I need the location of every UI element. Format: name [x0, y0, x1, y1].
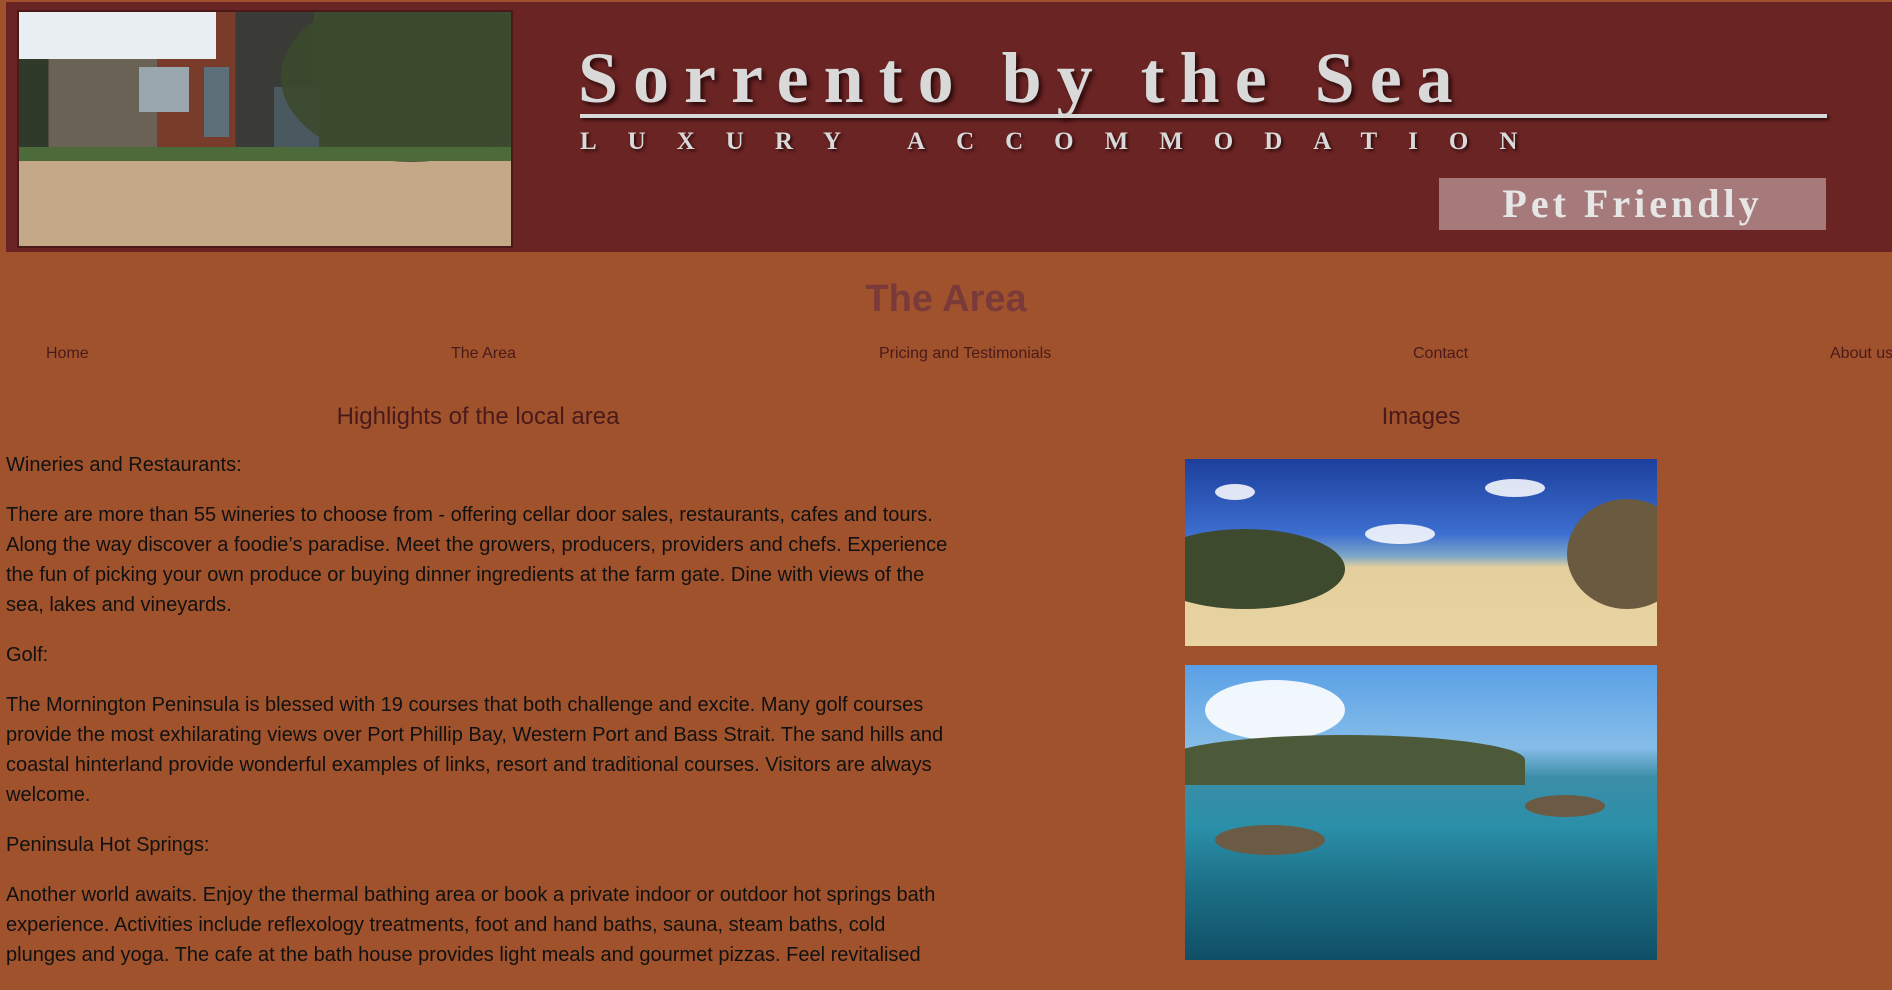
photo-hedge	[19, 147, 511, 161]
images-heading: Images	[1381, 403, 1461, 430]
highlights-content: Wineries and Restaurants: There are more…	[6, 450, 956, 990]
section-heading: Golf:	[6, 644, 49, 666]
house-photo	[17, 10, 513, 248]
site-subtitle: LUXURY ACCOMMODATION	[580, 128, 1549, 155]
coastline	[1185, 735, 1525, 785]
page-title: The Area	[865, 278, 1027, 320]
photo-sky	[19, 12, 216, 59]
photo-window	[204, 67, 229, 137]
nav-the-area[interactable]: The Area	[451, 345, 516, 363]
nav-home[interactable]: Home	[46, 345, 89, 363]
headland	[1185, 529, 1345, 609]
rock	[1525, 795, 1605, 817]
beach-panorama-image	[1185, 459, 1657, 646]
section-body: Another world awaits. Enjoy the thermal …	[6, 884, 936, 966]
cliff	[1567, 499, 1657, 609]
nav-pricing-testimonials[interactable]: Pricing and Testimonials	[879, 345, 1051, 363]
cloud	[1485, 479, 1545, 497]
pet-friendly-badge: Pet Friendly	[1439, 178, 1826, 230]
cloud	[1215, 484, 1255, 500]
rock	[1215, 825, 1325, 855]
site-title: Sorrento by the Sea	[578, 38, 1468, 118]
section-body: There are more than 55 wineries to choos…	[6, 504, 948, 616]
section-body: The Mornington Peninsula is blessed with…	[6, 694, 944, 806]
section-heading: Peninsula Hot Springs:	[6, 834, 210, 856]
photo-window	[139, 67, 189, 112]
nav-about-us[interactable]: About us	[1830, 345, 1892, 363]
highlights-heading: Highlights of the local area	[336, 403, 620, 430]
main-nav: Home The Area Pricing and Testimonials C…	[0, 345, 1892, 367]
nav-contact[interactable]: Contact	[1413, 345, 1468, 363]
section-heading: Wineries and Restaurants:	[6, 454, 242, 476]
cloud	[1365, 524, 1435, 544]
rock-pool-image	[1185, 665, 1657, 960]
cloud	[1205, 680, 1345, 740]
title-divider	[580, 114, 1827, 118]
